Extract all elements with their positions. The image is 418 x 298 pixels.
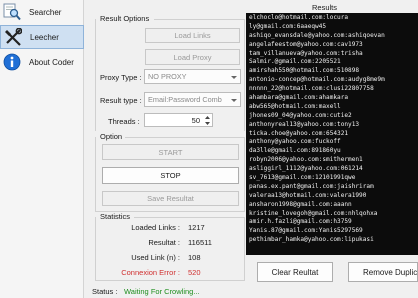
- divider: [244, 217, 245, 280]
- nav-label: Leecher: [30, 32, 59, 42]
- result-line: tam_villanueva@yahoo.com:trisha: [249, 49, 363, 57]
- result-line: elchoclo@hotmail.com:locura: [249, 14, 349, 21]
- load-links-button[interactable]: Load Links: [145, 28, 240, 43]
- result-line: anthonyreal13@yahoo.com:tony13: [249, 120, 360, 128]
- option-title: Option: [100, 132, 123, 141]
- result-line: angelafeestom@yahoo.com:cav1973: [249, 40, 363, 48]
- result-line: da3lle@gmail.com:891860yu: [249, 147, 341, 155]
- nav-label: Searcher: [29, 7, 62, 17]
- divider: [95, 137, 96, 211]
- result-line: panas.ex.pant@gmail.com:jaishriram: [249, 182, 374, 190]
- used-link-label: Used Link (n) :: [131, 253, 180, 262]
- result-line: Yanis.87@gmail.com:Yanis5297569: [249, 227, 363, 235]
- result-line: amirshah550@hotmail.com:510898: [249, 67, 360, 75]
- threads-value: 50: [191, 116, 200, 125]
- search-icon: [3, 3, 21, 21]
- result-line: ahambara@gmail.com:ahamkara: [249, 94, 349, 102]
- remove-duplicates-button[interactable]: Remove Duplicates: [348, 262, 418, 282]
- result-line: ticka.choe@yahoo.com:654321: [249, 129, 349, 137]
- result-type-label: Result type :: [100, 96, 142, 105]
- nav-item-leecher[interactable]: Leecher: [0, 25, 84, 49]
- loaded-links-label: Loaded Links :: [131, 223, 180, 232]
- result-line: amir.h.fazli@gmail.com:h3759: [249, 218, 352, 226]
- save-resultat-button[interactable]: Save Resultat: [102, 191, 239, 206]
- result-options-title: Result Options: [100, 14, 150, 23]
- clear-resultat-button[interactable]: Clear Reultat: [257, 262, 333, 282]
- divider: [244, 19, 245, 131]
- result-line: abw565@hotmail.com:maxell: [249, 102, 341, 110]
- divider: [154, 19, 244, 20]
- proxy-type-select[interactable]: NO PROXY: [144, 69, 241, 84]
- start-button[interactable]: START: [102, 144, 239, 160]
- resultat-value: 116511: [188, 238, 212, 247]
- status-label: Status :: [92, 287, 118, 296]
- used-link-value: 108: [188, 253, 201, 262]
- chevron-down-icon: [231, 75, 237, 79]
- spin-down-icon[interactable]: [204, 121, 211, 126]
- connexion-error-value: 520: [188, 268, 201, 277]
- result-line: kristine_lovegoh@gmail.com:nhlqohxa: [249, 209, 378, 217]
- result-line: anthony@yahoo.com:fuckoff: [249, 138, 341, 146]
- result-type-select[interactable]: Email:Password Comb: [144, 92, 241, 107]
- result-line: asliggirl_1112@yahoo.com:061214: [249, 165, 363, 173]
- tools-icon: [4, 27, 23, 46]
- result-line: ansharon1998@gmail.com:aaann: [249, 200, 352, 208]
- load-proxy-button[interactable]: Load Proxy: [145, 49, 240, 65]
- nav-item-about-coder[interactable]: About Coder: [0, 50, 84, 74]
- stop-button[interactable]: STOP: [102, 167, 239, 184]
- result-line: robyn2006@yahoo.com:smithermen1: [249, 156, 363, 164]
- result-line: Salmir.@gmail.com:2205521: [249, 58, 341, 66]
- info-icon: [3, 53, 21, 71]
- loaded-links-value: 1217: [188, 223, 205, 232]
- proxy-type-label: Proxy Type :: [100, 73, 142, 82]
- result-line: jhones09_04@yahoo.com:cutie2: [249, 111, 352, 119]
- divider: [244, 137, 245, 211]
- nav-label: About Coder: [29, 57, 74, 67]
- result-type-value: Email:Password Comb: [148, 95, 222, 104]
- resultat-label: Resultat :: [148, 238, 180, 247]
- result-line: ashiqo_evansdale@yahoo.com:ashiqoevan: [249, 31, 385, 39]
- statistics-title: Statistics: [100, 212, 131, 221]
- connexion-error-label: Connexion Error :: [121, 268, 180, 277]
- status-value: Waiting For Crowling...: [124, 287, 200, 296]
- results-list[interactable]: elchoclo@hotmail.com:locura ly@gmail.com:…: [246, 13, 418, 255]
- result-line: ly@gmail.com:6aaeqw45: [249, 22, 327, 30]
- result-line: antonio-concep@hotmail.com:audyg8me9m: [249, 76, 385, 84]
- sidebar: Searcher Leecher About Coder: [0, 0, 84, 298]
- spin-up-icon[interactable]: [204, 115, 211, 120]
- proxy-type-value: NO PROXY: [148, 72, 187, 81]
- result-line: valeraa13@hotmail.com:valera1990: [249, 191, 367, 199]
- result-line: pethimbar_hamka@yahoo.com:lipukasi: [249, 236, 374, 244]
- divider: [134, 217, 245, 218]
- threads-stepper[interactable]: 50: [144, 113, 213, 127]
- chevron-down-icon: [231, 98, 237, 102]
- threads-label: Threads :: [108, 117, 140, 126]
- result-line: sv_7613@gmail.com:12101991qwe: [249, 174, 356, 182]
- result-line: nnnnn_22@hotmail.com:clusi22807758: [249, 85, 374, 93]
- divider: [95, 217, 96, 280]
- results-title: Results: [312, 3, 338, 12]
- divider: [95, 280, 245, 281]
- divider: [125, 137, 245, 138]
- divider: [95, 19, 96, 131]
- nav-item-searcher[interactable]: Searcher: [0, 0, 84, 24]
